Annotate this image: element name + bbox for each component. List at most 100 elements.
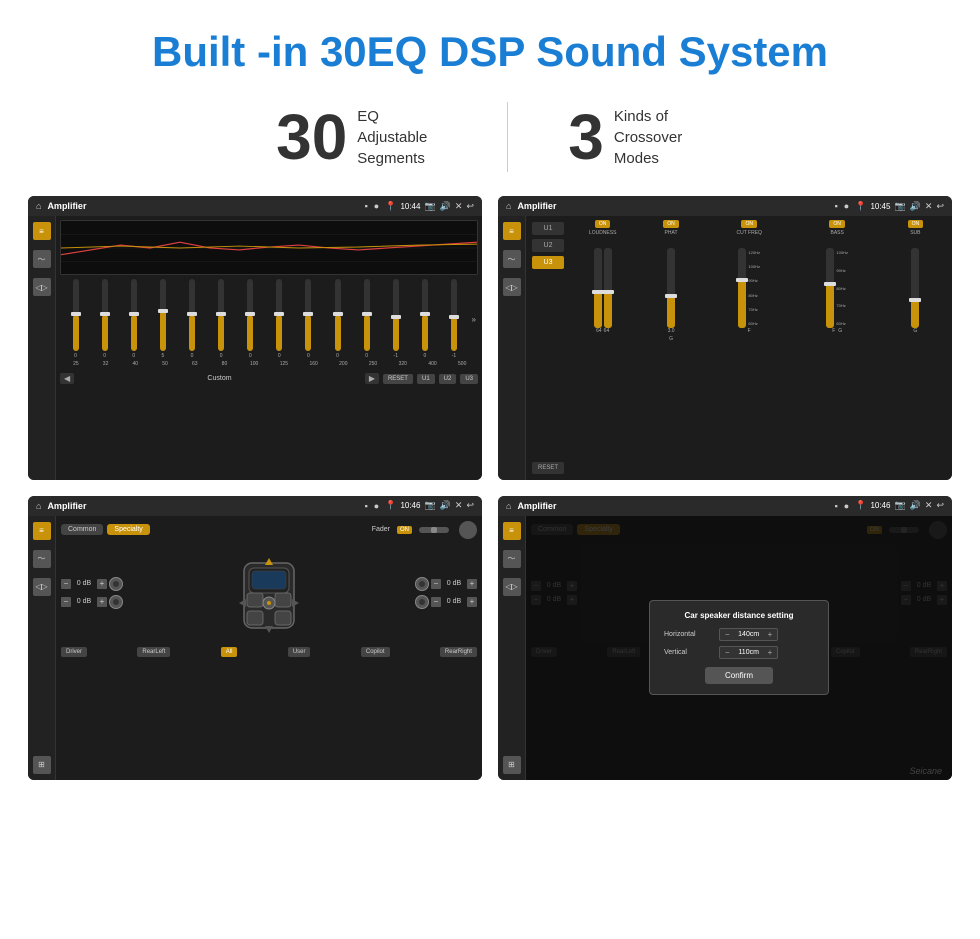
phat-on[interactable]: ON (663, 220, 679, 228)
bass-slider[interactable] (826, 248, 834, 328)
fader-slider[interactable] (419, 527, 449, 533)
home-icon-eq2[interactable]: ⌂ (506, 201, 511, 211)
u3-btn-eq1[interactable]: U3 (460, 374, 478, 384)
home-icon-amp2[interactable]: ⌂ (506, 501, 511, 511)
eq-thumb-12[interactable] (420, 312, 430, 316)
sub-slider[interactable] (911, 248, 919, 328)
horizontal-minus[interactable]: − (723, 630, 732, 639)
eq-thumb-3[interactable] (158, 309, 168, 313)
reset-btn-eq1[interactable]: RESET (383, 374, 413, 384)
copilot-btn[interactable]: Copilot (361, 647, 390, 657)
nav-eq3-icon[interactable]: ≡ (33, 522, 51, 540)
x-icon-amp1[interactable]: ✕ (455, 500, 463, 511)
nav-wave3-icon[interactable]: 〜 (33, 550, 51, 568)
nav-eq2-icon[interactable]: ≡ (503, 222, 521, 240)
ch-left2-minus[interactable]: − (61, 597, 71, 607)
loudness-col: ON LOUDNESS (570, 220, 635, 342)
eq-next-btn[interactable]: ▶ (365, 373, 379, 384)
eq-thumb-1[interactable] (100, 312, 110, 316)
horizontal-plus[interactable]: + (766, 630, 775, 639)
bass-on[interactable]: ON (829, 220, 845, 228)
horizontal-input[interactable]: − 140cm + (719, 628, 778, 641)
ch-right2-plus[interactable]: + (467, 597, 477, 607)
phat-slider[interactable] (667, 248, 675, 328)
nav-vol3-icon[interactable]: ◁▷ (33, 578, 51, 596)
nav-bt4-icon[interactable]: ⊞ (503, 756, 521, 774)
nav-wave-icon[interactable]: 〜 (33, 250, 51, 268)
x-icon-eq2[interactable]: ✕ (925, 201, 933, 212)
more-icon[interactable]: » (472, 315, 476, 324)
screenshots-grid: ⌂ Amplifier ▪ ● 📍 10:44 📷 🔊 ✕ ↩ ≡ 〜 ◁▷ (0, 196, 980, 808)
sub-on[interactable]: ON (908, 220, 924, 228)
loudness-slider1[interactable] (594, 248, 602, 328)
u1-btn[interactable]: U1 (532, 222, 564, 235)
eq-thumb-13[interactable] (449, 315, 459, 319)
u1-btn-eq1[interactable]: U1 (417, 374, 435, 384)
eq-thumb-2[interactable] (129, 312, 139, 316)
eq-thumb-10[interactable] (362, 312, 372, 316)
cutfreq-slider[interactable] (738, 248, 746, 328)
vertical-minus[interactable]: − (723, 648, 732, 657)
ch-left1-minus[interactable]: − (61, 579, 71, 589)
nav-eq-icon[interactable]: ≡ (33, 222, 51, 240)
nav-wave4-icon[interactable]: 〜 (503, 550, 521, 568)
nav-eq4-icon[interactable]: ≡ (503, 522, 521, 540)
all-btn[interactable]: All (221, 647, 238, 657)
eq-thumb-5[interactable] (216, 312, 226, 316)
dialog-horizontal-row: Horizontal − 140cm + (664, 628, 814, 641)
vertical-input[interactable]: − 110cm + (719, 646, 778, 659)
back-icon-amp1[interactable]: ↩ (466, 500, 474, 511)
ch-right1-minus[interactable]: − (431, 579, 441, 589)
home-icon-eq1[interactable]: ⌂ (36, 201, 41, 211)
loudness-slider2[interactable] (604, 248, 612, 328)
eq-thumb-0[interactable] (71, 312, 81, 316)
nav-wave2-icon[interactable]: 〜 (503, 250, 521, 268)
eq-thumb-7[interactable] (274, 312, 284, 316)
nav-vol2-icon[interactable]: ◁▷ (503, 278, 521, 296)
confirm-button[interactable]: Confirm (705, 667, 773, 684)
home-icon-amp1[interactable]: ⌂ (36, 501, 41, 511)
eq-prev-btn[interactable]: ◀ (60, 373, 74, 384)
eq-thumb-6[interactable] (245, 312, 255, 316)
reset-btn-cross[interactable]: RESET (532, 462, 564, 474)
u2-btn[interactable]: U2 (532, 239, 564, 252)
specialty-btn[interactable]: Specialty (107, 524, 149, 535)
ch-left1-plus[interactable]: + (97, 579, 107, 589)
user-btn[interactable]: User (288, 647, 311, 657)
cutfreq-col: ON CUT FREQ 120Hz 100Hz (707, 220, 792, 342)
rearright-btn[interactable]: RearRight (440, 647, 477, 657)
u-buttons: U1 U2 U3 RESET (530, 220, 566, 476)
eq-slider-4: 0 (178, 279, 205, 359)
common-btn[interactable]: Common (61, 524, 103, 535)
ch-left2-plus[interactable]: + (97, 597, 107, 607)
x-icon-eq1[interactable]: ✕ (455, 201, 463, 212)
back-icon-eq1[interactable]: ↩ (466, 201, 474, 212)
eq-thumb-9[interactable] (333, 312, 343, 316)
vertical-label: Vertical (664, 649, 714, 656)
ch-right1-plus[interactable]: + (467, 579, 477, 589)
eq-thumb-4[interactable] (187, 312, 197, 316)
ch-right-2: − 0 dB + (415, 595, 477, 609)
speaker-icon-rl (109, 595, 123, 609)
eq-thumb-8[interactable] (303, 312, 313, 316)
bass-label: BASS (831, 230, 844, 236)
nav-bt-icon[interactable]: ⊞ (33, 756, 51, 774)
save-icon-amp2: ▪ (835, 501, 838, 511)
eq-thumb-11[interactable] (391, 315, 401, 319)
ch-left1-val: 0 dB (73, 580, 95, 587)
nav-vol-icon[interactable]: ◁▷ (33, 278, 51, 296)
rearleft-btn[interactable]: RearLeft (137, 647, 170, 657)
sub-col: ON SUB G (883, 220, 948, 342)
ch-right2-minus[interactable]: − (431, 597, 441, 607)
back-icon-amp2[interactable]: ↩ (936, 500, 944, 511)
nav-vol4-icon[interactable]: ◁▷ (503, 578, 521, 596)
loudness-on[interactable]: ON (595, 220, 611, 228)
cutfreq-on[interactable]: ON (741, 220, 757, 228)
x-icon-amp2[interactable]: ✕ (925, 500, 933, 511)
vertical-plus[interactable]: + (766, 648, 775, 657)
back-icon-eq2[interactable]: ↩ (936, 201, 944, 212)
driver-btn[interactable]: Driver (61, 647, 87, 657)
stat-crossover-number: 3 (568, 105, 604, 169)
u2-btn-eq1[interactable]: U2 (439, 374, 457, 384)
u3-btn[interactable]: U3 (532, 256, 564, 269)
